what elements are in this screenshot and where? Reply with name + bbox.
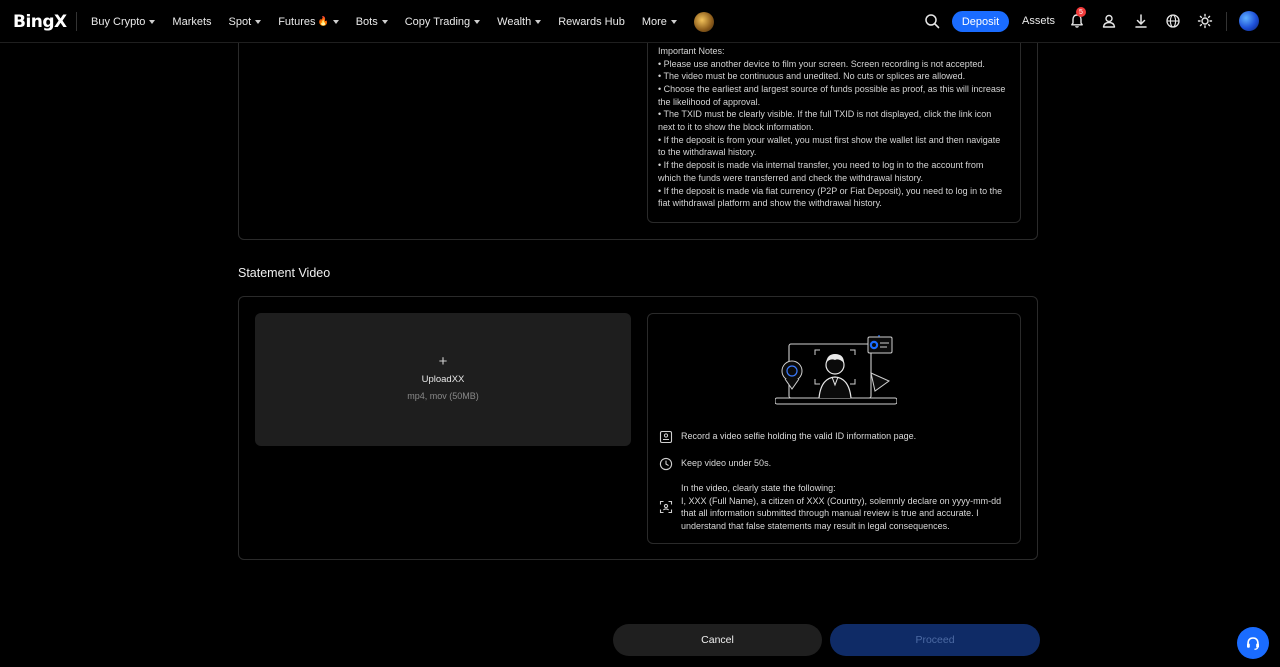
nav-spot[interactable]: Spot — [229, 16, 262, 28]
upload-label: UploadXX — [421, 374, 465, 385]
nav-buy-crypto[interactable]: Buy Crypto — [91, 15, 156, 28]
chevron-down-icon — [381, 19, 388, 24]
notes-line: Important Notes: — [658, 45, 725, 56]
support-chat-button[interactable] — [1237, 627, 1269, 659]
user-icon[interactable] — [1101, 13, 1117, 29]
nav-wealth[interactable]: Wealth — [497, 15, 542, 28]
user-avatar[interactable] — [1239, 11, 1259, 31]
header-divider — [1226, 12, 1227, 31]
chevron-down-icon — [535, 19, 542, 24]
notes-line: • Choose the earliest and largest source… — [658, 83, 1006, 107]
nav-label: Spot — [228, 15, 252, 28]
cancel-button[interactable]: Cancel — [613, 624, 822, 656]
upload-format-hint: mp4, mov (50MB) — [407, 391, 479, 401]
guide-text: Keep video under 50s. — [681, 458, 772, 468]
clock-icon — [659, 457, 673, 471]
nav-label: Bots — [355, 15, 378, 28]
guide-item-duration: Keep video under 50s. — [659, 457, 1016, 471]
nav-label: Wealth — [497, 15, 532, 28]
headset-icon — [1247, 637, 1259, 650]
top-navigation-bar: BingX Buy Crypto Markets Spot Futures 🔥 B… — [0, 0, 1280, 43]
download-icon[interactable] — [1133, 13, 1149, 29]
search-icon[interactable] — [924, 13, 940, 29]
plus-icon: + — [438, 353, 448, 370]
notes-line: • If the deposit is from your wallet, yo… — [658, 134, 1001, 158]
sun-icon[interactable] — [1197, 13, 1213, 29]
nav-label: Copy Trading — [404, 15, 471, 28]
notes-line: • If the deposit is made via fiat curren… — [658, 185, 1003, 209]
nav-label: Markets — [172, 15, 212, 28]
chevron-down-icon — [474, 19, 481, 24]
nav-futures[interactable]: Futures 🔥 — [278, 16, 339, 28]
fire-icon: 🔥 — [317, 16, 329, 26]
chevron-down-icon — [332, 19, 339, 24]
statement-video-title: Statement Video — [238, 266, 331, 280]
video-upload-dropzone[interactable]: + UploadXX mp4, mov (50MB) — [255, 313, 631, 446]
nav-label: Buy Crypto — [91, 15, 146, 28]
guide-item-statement: In the video, clearly state the followin… — [659, 482, 1016, 533]
main-nav: Buy Crypto Markets Spot Futures 🔥 Bots Co… — [91, 0, 714, 43]
chevron-down-icon — [149, 19, 156, 24]
nav-markets[interactable]: Markets — [172, 16, 211, 28]
id-card-icon — [659, 430, 673, 444]
promo-avatar-icon[interactable] — [693, 11, 714, 32]
nav-more[interactable]: More — [642, 16, 677, 28]
guide-item-id: Record a video selfie holding the valid … — [659, 430, 1016, 444]
guide-text: In the video, clearly state the followin… — [681, 483, 1002, 532]
nav-copy-trading[interactable]: Copy Trading — [404, 15, 481, 28]
proceed-button[interactable]: Proceed — [830, 624, 1040, 656]
chevron-down-icon — [670, 19, 677, 24]
nav-bots[interactable]: Bots — [356, 16, 388, 28]
chevron-down-icon — [255, 19, 262, 24]
nav-label: Futures — [278, 15, 316, 28]
notes-line: • Please use another device to film your… — [658, 58, 985, 69]
face-scan-icon — [659, 500, 673, 514]
notes-line: • If the deposit is made via internal tr… — [658, 160, 984, 183]
nav-label: More — [641, 15, 667, 28]
deposit-button[interactable]: Deposit — [952, 11, 1009, 32]
video-guide-box: Record a video selfie holding the valid … — [647, 313, 1021, 544]
important-notes-text: Important Notes: • Please use another de… — [658, 45, 1008, 210]
bingx-logo[interactable]: BingX — [13, 12, 67, 32]
notification-badge: 5 — [1076, 7, 1086, 17]
guide-text: Record a video selfie holding the valid … — [681, 431, 917, 441]
assets-link[interactable]: Assets — [1022, 15, 1055, 27]
video-selfie-illustration-icon — [775, 335, 897, 405]
notes-line: • The TXID must be clearly visible. If t… — [658, 109, 992, 133]
globe-icon[interactable] — [1165, 13, 1181, 29]
nav-rewards-hub[interactable]: Rewards Hub — [558, 16, 625, 28]
logo-divider — [76, 12, 77, 31]
nav-label: Rewards Hub — [558, 15, 625, 28]
notes-line: • The video must be continuous and unedi… — [658, 71, 966, 82]
